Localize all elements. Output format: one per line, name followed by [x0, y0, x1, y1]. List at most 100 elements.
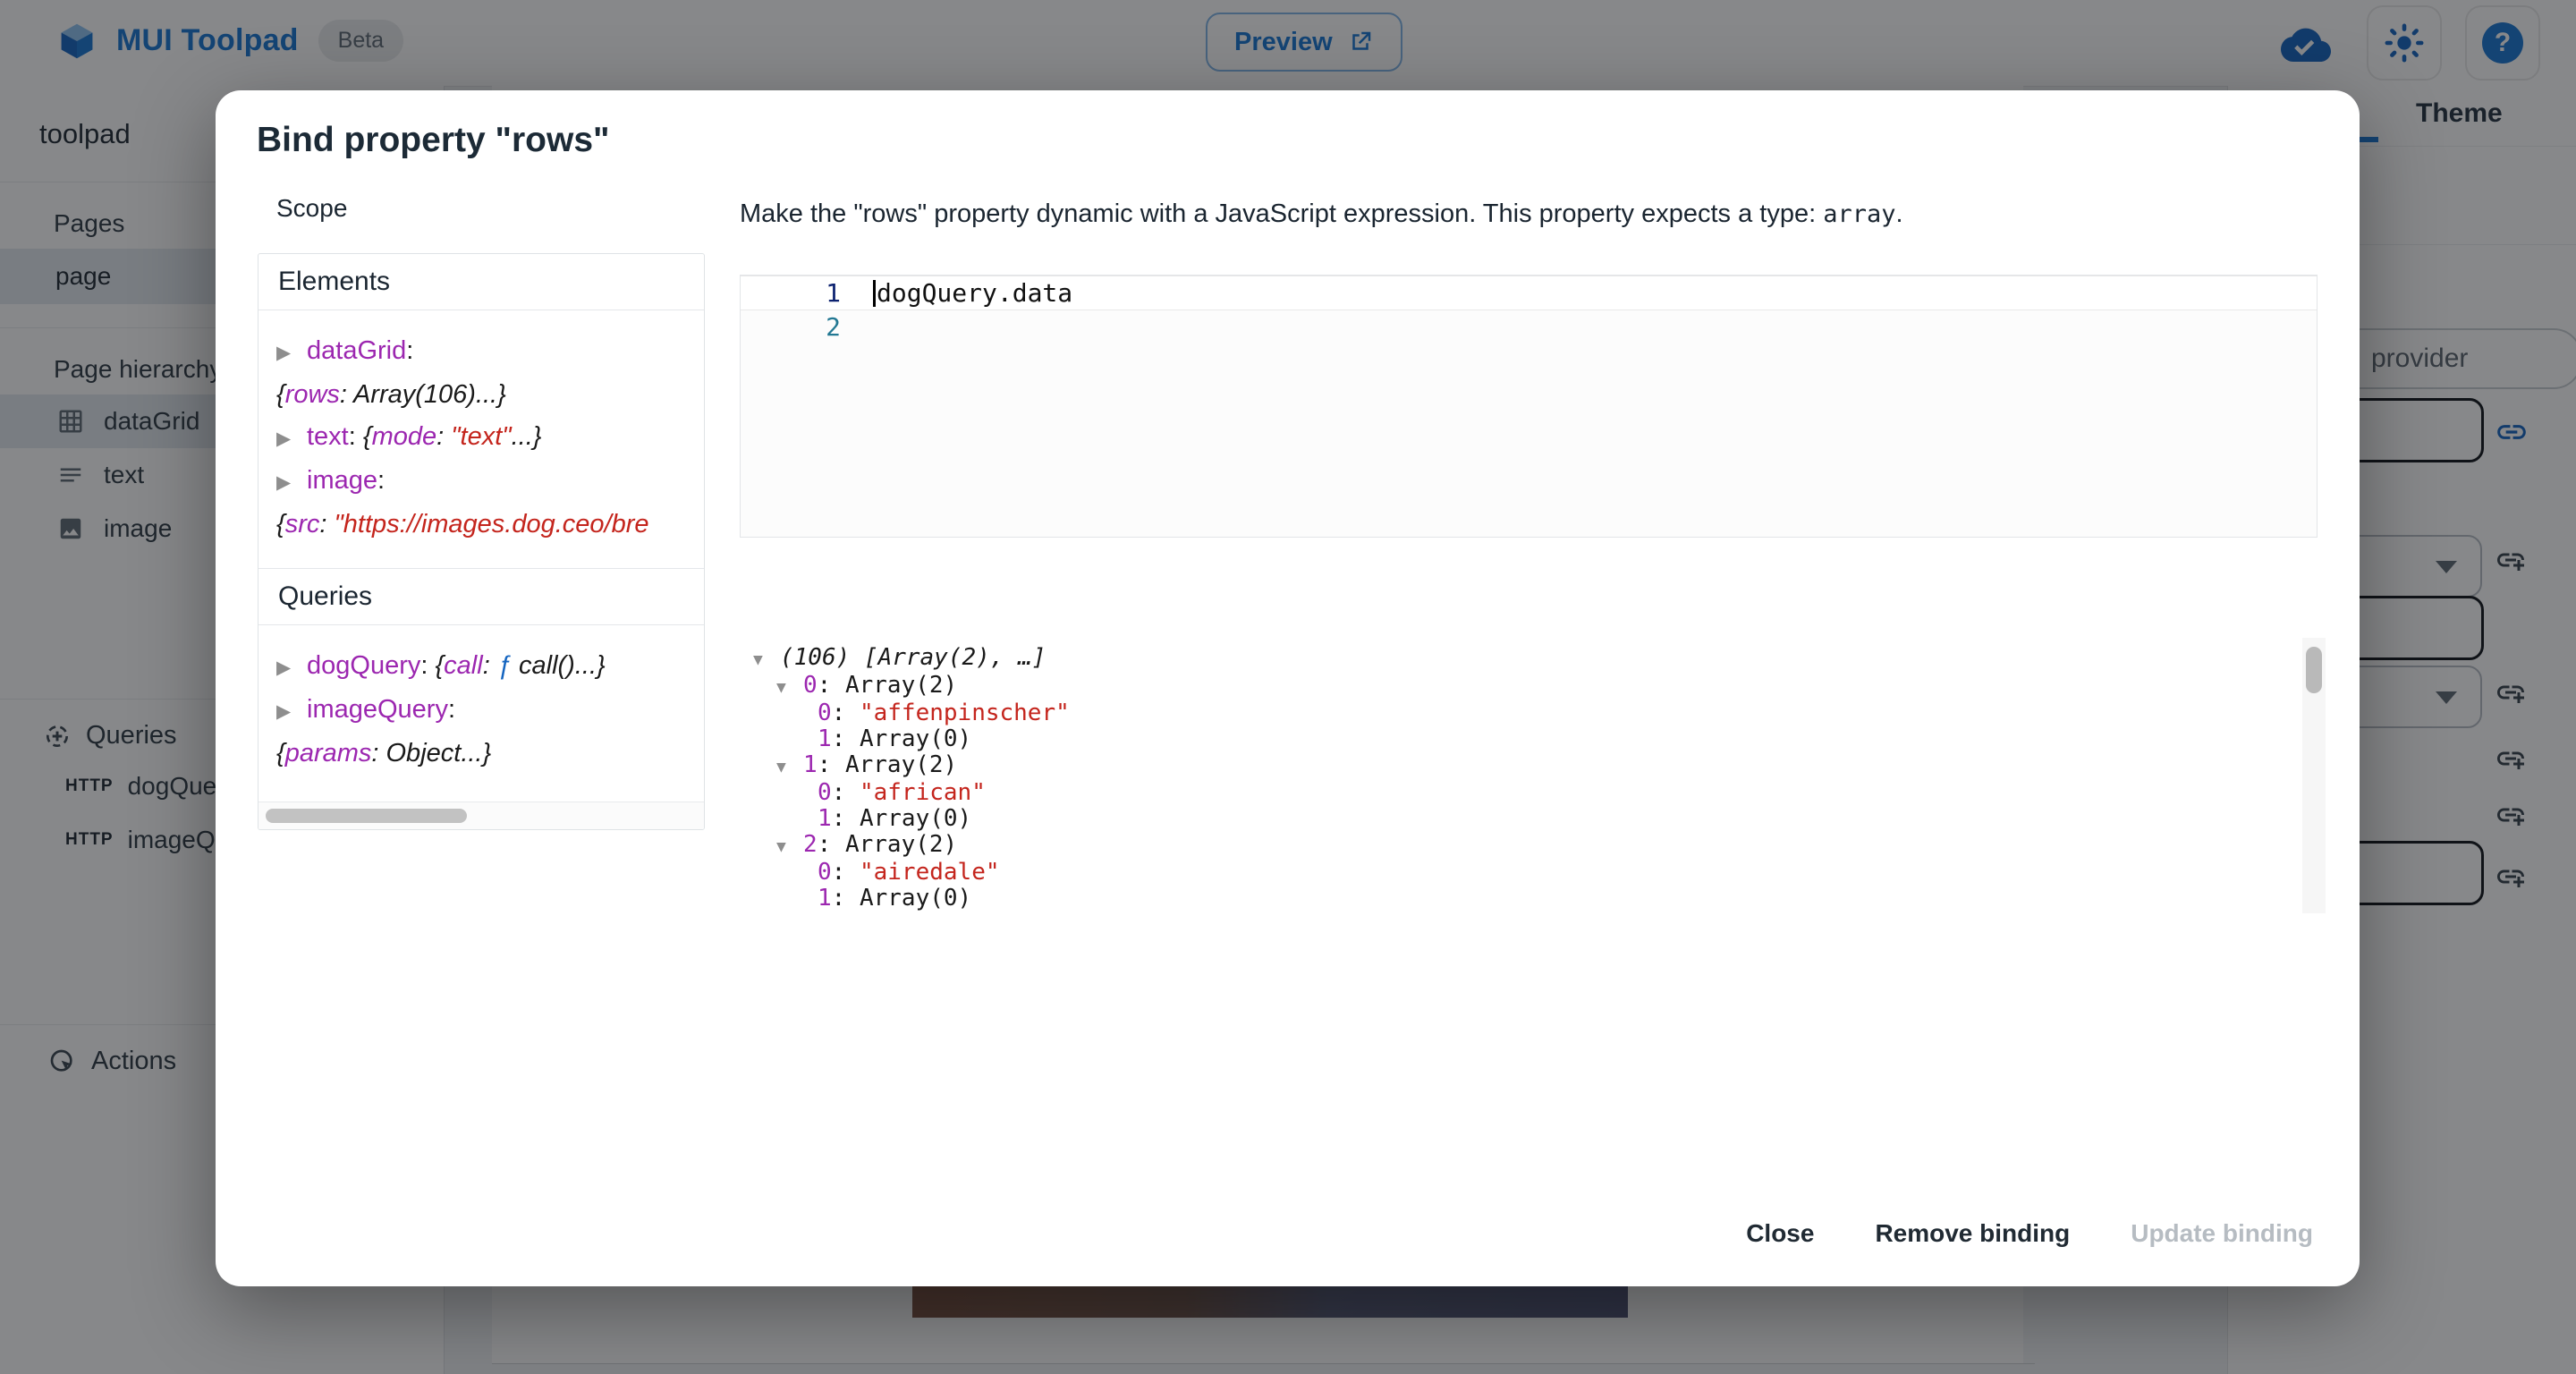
code-segment: { [363, 422, 372, 451]
code-segment: : [319, 510, 334, 539]
tree-row: ▼2: Array(2) [748, 832, 2326, 860]
code-segment: 0 [818, 859, 832, 886]
disclosure-triangle-icon[interactable]: ▶ [276, 418, 307, 460]
code-segment: "airedale" [860, 859, 1000, 886]
code-segment: : [832, 700, 860, 726]
instruction-type-code: array [1823, 200, 1895, 228]
line-number: 2 [741, 312, 873, 342]
code-segment: { [276, 380, 285, 409]
tree-row: ▼1: Array(2) [748, 752, 2326, 780]
code-segment: 2 [803, 831, 818, 858]
code-segment: src [285, 510, 320, 539]
code-segment: mode [372, 422, 437, 451]
disclosure-triangle-icon[interactable]: ▼ [776, 754, 803, 780]
code-segment: : Array(2) [818, 831, 958, 858]
code-segment: : Array(0) [832, 805, 972, 832]
code-segment: { [435, 651, 444, 680]
code-segment: ...} [512, 422, 542, 451]
code-segment: { [276, 739, 285, 768]
js-expression-editor[interactable]: 1 dogQuery.data 2 [740, 275, 2318, 538]
code-segment: 0 [803, 672, 818, 699]
scope-row: ▶dogQuery: {call: ƒ call()...} [276, 645, 686, 689]
scope-row: ▶imageQuery: [276, 689, 686, 733]
code-segment: : [436, 422, 451, 451]
code-segment: 1 [818, 725, 832, 752]
disclosure-triangle-icon[interactable]: ▶ [276, 462, 307, 504]
close-button[interactable]: Close [1726, 1207, 1834, 1260]
tree-row: ▼3: Array(2) [748, 912, 2326, 913]
disclosure-triangle-icon[interactable]: ▶ [276, 691, 307, 733]
scope-row: {src: "https://images.dog.ceo/bre [276, 504, 686, 546]
queries-section-header: Queries [258, 568, 704, 625]
queries-scope-list: ▶dogQuery: {call: ƒ call()...}▶imageQuer… [258, 625, 704, 798]
code-segment: : Array(2) [818, 672, 958, 699]
code-segment: "african" [860, 779, 986, 806]
instruction-text: Make the "rows" property dynamic with a … [740, 199, 1823, 228]
scrollbar-thumb[interactable] [2306, 647, 2322, 693]
code-segment: 1 [803, 751, 818, 778]
text-caret [873, 280, 876, 307]
result-preview-tree: ▼(106) [Array(2), …]▼0: Array(2)0: "affe… [748, 638, 2326, 913]
tree-row: 0: "affenpinscher" [748, 700, 2326, 726]
code-segment: call()...} [512, 651, 606, 680]
tree-row: 1: Array(0) [748, 886, 2326, 912]
code-segment: rows [285, 380, 340, 409]
dialog-title: Bind property "rows" [257, 121, 610, 160]
code-segment: : [832, 779, 860, 806]
code-segment: 1 [818, 885, 832, 912]
code-segment: 1 [818, 805, 832, 832]
code-segment: dogQuery [307, 651, 420, 680]
disclosure-triangle-icon[interactable]: ▶ [276, 332, 307, 374]
disclosure-triangle-icon[interactable]: ▼ [776, 674, 803, 700]
code-segment: "text" [451, 422, 511, 451]
code-segment: : [349, 422, 363, 451]
scope-browser: Elements ▶dataGrid:{rows: Array(106)...}… [258, 253, 705, 830]
tree-row: 0: "african" [748, 780, 2326, 806]
horizontal-scrollbar[interactable] [258, 802, 704, 829]
code-segment: : [483, 651, 497, 680]
tree-row: ▼0: Array(2) [748, 673, 2326, 700]
disclosure-triangle-icon[interactable]: ▼ [776, 834, 803, 860]
code-segment: : Object...} [371, 739, 491, 768]
tree-rows: ▼(106) [Array(2), …]▼0: Array(2)0: "affe… [748, 638, 2326, 913]
code-segment: : [420, 651, 435, 680]
instruction-suffix: . [1895, 199, 1902, 228]
code-segment: : [832, 859, 860, 886]
editor-code: dogQuery.data [877, 278, 1072, 308]
code-segment: imageQuery [307, 695, 448, 724]
scrollbar-thumb[interactable] [266, 809, 467, 823]
elements-scope-list: ▶dataGrid:{rows: Array(106)...}▶text: {m… [258, 310, 704, 569]
code-segment: "affenpinscher" [860, 700, 1070, 726]
scope-label: Scope [276, 194, 347, 223]
editor-line[interactable]: 2 [741, 310, 2317, 344]
tree-row: 1: Array(0) [748, 806, 2326, 832]
code-segment: : Array(2) [818, 751, 958, 778]
code-segment: : Array(0) [832, 885, 972, 912]
disclosure-triangle-icon[interactable]: ▶ [276, 647, 307, 689]
tree-row: ▼(106) [Array(2), …] [748, 645, 2326, 673]
code-segment: 0 [818, 779, 832, 806]
scope-row: {rows: Array(106)...} [276, 374, 686, 416]
code-segment: : Array(106)...} [340, 380, 506, 409]
code-segment: text [307, 422, 349, 451]
bind-property-dialog: Bind property "rows" Scope Elements ▶dat… [216, 90, 2360, 1286]
tree-row: 0: "airedale" [748, 860, 2326, 886]
code-segment: : [377, 466, 385, 495]
code-segment: : [406, 336, 413, 365]
tree-row: 1: Array(0) [748, 726, 2326, 752]
remove-binding-button[interactable]: Remove binding [1855, 1207, 2089, 1260]
code-segment: params [285, 739, 372, 768]
dialog-footer: Close Remove binding Update binding [1726, 1207, 2333, 1260]
editor-line[interactable]: 1 dogQuery.data [741, 276, 2317, 310]
code-segment: : [448, 695, 455, 724]
vertical-scrollbar[interactable] [2302, 638, 2326, 913]
line-number: 1 [741, 278, 873, 308]
elements-section-header: Elements [258, 254, 704, 310]
code-segment: : Array(0) [832, 725, 972, 752]
update-binding-button[interactable]: Update binding [2111, 1207, 2333, 1260]
scope-row: ▶dataGrid: [276, 330, 686, 374]
code-segment: : Array(2) [818, 911, 958, 913]
code-segment: image [307, 466, 377, 495]
scope-row: {params: Object...} [276, 733, 686, 775]
disclosure-triangle-icon[interactable]: ▼ [753, 647, 780, 673]
